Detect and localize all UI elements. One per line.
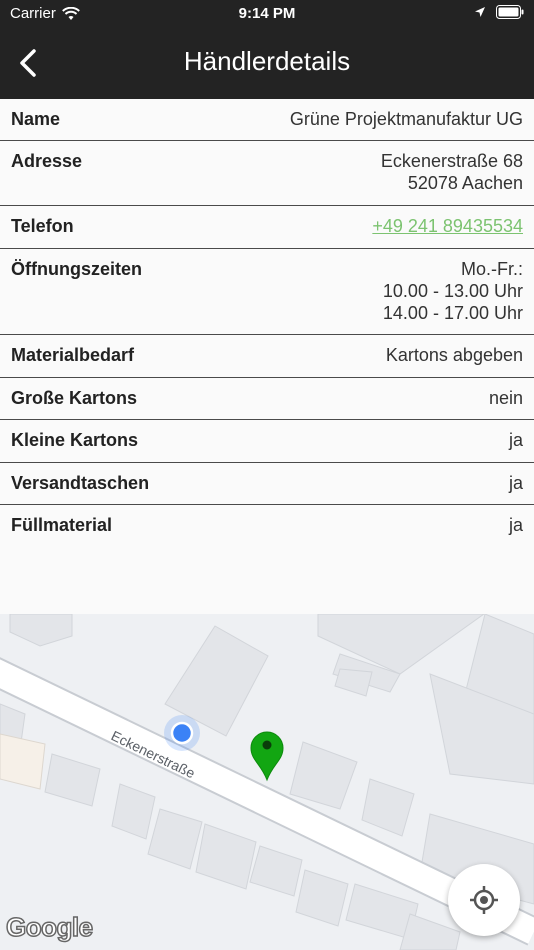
page-title: Händlerdetails <box>183 46 351 76</box>
map-building <box>0 733 46 790</box>
row-address: Adresse Eckenerstraße 68 52078 Aachen <box>0 141 534 206</box>
dealer-location-pin <box>250 731 284 782</box>
user-location-dot <box>170 721 194 745</box>
material-value: Kartons abgeben <box>385 345 523 365</box>
opening-hours-label: Öffnungszeiten <box>11 259 142 279</box>
dealer-location-pin-dot <box>262 740 272 750</box>
status-time: 9:14 PM <box>238 5 296 22</box>
filler-label: Füllmaterial <box>11 515 113 535</box>
map-building <box>9 614 73 647</box>
hours-days: Mo.-Fr.: <box>461 259 523 279</box>
row-name: Name Grüne Projektmanufaktur UG <box>0 99 534 141</box>
map-building <box>44 753 101 807</box>
map-building <box>147 808 203 870</box>
hours-afternoon: 14.00 - 17.00 Uhr <box>382 303 523 323</box>
google-logo: Google <box>5 911 94 943</box>
map-building <box>295 869 349 927</box>
my-location-icon <box>470 886 498 914</box>
navigation-bar: Händlerdetails <box>0 28 534 99</box>
address-label: Adresse <box>11 151 83 171</box>
mailer-bags-label: Versandtaschen <box>11 473 150 493</box>
filler-value: ja <box>508 515 523 535</box>
map-building <box>195 823 257 890</box>
material-label: Materialbedarf <box>11 345 135 365</box>
address-value: Eckenerstraße 68 52078 Aachen <box>381 150 523 194</box>
my-location-button[interactable] <box>448 864 520 936</box>
small-boxes-label: Kleine Kartons <box>11 430 139 450</box>
map-building <box>289 741 358 810</box>
row-large-boxes: Große Kartons nein <box>0 378 534 420</box>
name-label: Name <box>11 109 61 129</box>
row-phone: Telefon +49 241 89435534 <box>0 206 534 249</box>
map-building <box>249 845 303 897</box>
phone-link[interactable]: +49 241 89435534 <box>372 215 523 237</box>
map-building <box>334 668 373 697</box>
battery-icon <box>496 5 524 19</box>
address-street: Eckenerstraße 68 <box>380 151 523 171</box>
map-building <box>111 783 156 840</box>
details-list: Name Grüne Projektmanufaktur UG Adresse … <box>0 99 534 547</box>
status-bar: Carrier 9:14 PM <box>0 0 534 28</box>
phone-label: Telefon <box>11 216 74 236</box>
mailer-bags-value: ja <box>508 473 523 493</box>
row-filler: Füllmaterial ja <box>0 505 534 547</box>
large-boxes-label: Große Kartons <box>11 388 138 408</box>
address-city: 52078 Aachen <box>407 173 523 193</box>
row-material: Materialbedarf Kartons abgeben <box>0 335 534 378</box>
opening-hours-value: Mo.-Fr.: 10.00 - 13.00 Uhr 14.00 - 17.00… <box>383 258 523 324</box>
row-opening-hours: Öffnungszeiten Mo.-Fr.: 10.00 - 13.00 Uh… <box>0 249 534 335</box>
status-right <box>474 5 524 19</box>
hours-morning: 10.00 - 13.00 Uhr <box>382 281 523 301</box>
small-boxes-value: ja <box>508 430 523 450</box>
large-boxes-value: nein <box>488 388 523 408</box>
row-mailer-bags: Versandtaschen ja <box>0 463 534 505</box>
map-building <box>361 778 415 837</box>
name-value: Grüne Projektmanufaktur UG <box>289 109 523 129</box>
map-building <box>399 913 461 950</box>
location-arrow-icon <box>475 7 485 17</box>
row-small-boxes: Kleine Kartons ja <box>0 420 534 463</box>
